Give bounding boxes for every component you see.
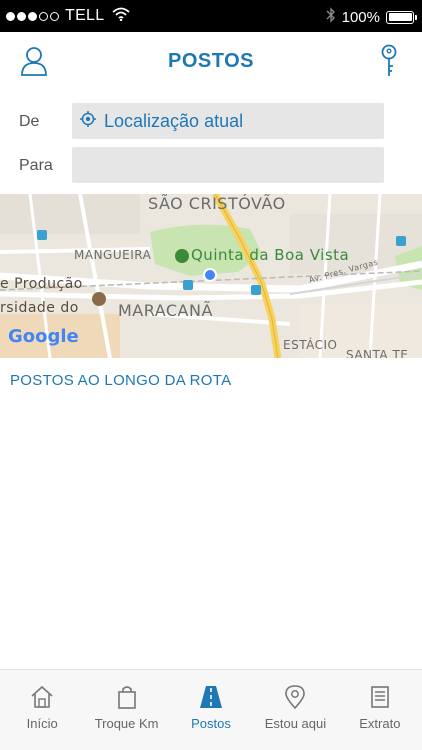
to-label: Para	[19, 157, 53, 174]
key-button[interactable]	[378, 44, 400, 78]
from-label: De	[19, 113, 40, 130]
tab-label-estou-aqui: Estou aqui	[264, 716, 327, 731]
park-icon	[175, 248, 189, 263]
from-value: Localização atual	[104, 110, 244, 131]
key-icon	[381, 44, 397, 76]
train-station-icon	[37, 230, 47, 240]
bluetooth-icon	[326, 7, 336, 27]
shopping-bag-icon	[117, 686, 136, 709]
tab-troque-km[interactable]: Troque Km	[84, 670, 168, 750]
map-label-versidade: rsidade do	[0, 300, 79, 316]
map-label-sao-cristovao: SÃO CRISTÓVÃO	[148, 194, 286, 213]
map-label-maracana: MARACANÃ	[118, 301, 213, 320]
map-label-producao: e Produção	[0, 276, 83, 292]
map-label-estacio: ESTÁCIO	[283, 338, 338, 352]
to-field[interactable]	[72, 147, 384, 183]
tab-postos[interactable]: Postos	[169, 670, 253, 750]
wifi-icon	[112, 7, 131, 25]
tab-estou-aqui[interactable]: Estou aqui	[253, 670, 337, 750]
from-row: De Localização atual	[0, 103, 422, 141]
signal-icon	[6, 11, 59, 21]
train-station-icon	[251, 285, 261, 295]
map-label-santa: SANTA TE	[346, 348, 409, 358]
tab-bar: Início Troque Km Postos Estou aqui Extra…	[0, 669, 422, 750]
university-icon	[92, 292, 106, 306]
document-icon	[371, 686, 389, 708]
home-icon	[31, 685, 53, 708]
to-row: Para	[0, 147, 422, 185]
road-icon	[200, 686, 223, 708]
from-field[interactable]: Localização atual	[72, 103, 384, 139]
battery-percent: 100%	[341, 8, 380, 26]
carrier-name: TELL	[65, 7, 105, 24]
status-right: 100%	[326, 7, 417, 27]
train-station-icon	[183, 280, 193, 290]
section-title: POSTOS AO LONGO DA ROTA	[10, 372, 232, 389]
current-location-icon	[80, 110, 96, 132]
status-bar: TELL 100%	[0, 0, 422, 32]
tab-label-troque-km: Troque Km	[94, 716, 159, 731]
map-label-quinta: Quinta da Boa Vista	[175, 246, 349, 264]
map-view[interactable]: SÃO CRISTÓVÃO MANGUEIRA Quinta da Boa Vi…	[0, 194, 422, 358]
tab-extrato[interactable]: Extrato	[338, 670, 422, 750]
map-label-mangueira: MANGUEIRA	[74, 248, 152, 262]
tab-label-extrato: Extrato	[359, 716, 401, 731]
page-title: POSTOS	[168, 50, 254, 72]
status-left: TELL	[6, 7, 131, 25]
tab-label-inicio: Início	[26, 716, 58, 731]
location-pin-icon	[285, 685, 306, 710]
current-location-marker	[203, 268, 217, 282]
google-logo: Google	[8, 326, 79, 347]
tab-inicio[interactable]: Início	[0, 670, 84, 750]
header: POSTOS	[0, 32, 422, 90]
battery-icon	[386, 10, 417, 24]
tab-label-postos: Postos	[191, 716, 231, 731]
train-station-icon	[396, 236, 406, 246]
